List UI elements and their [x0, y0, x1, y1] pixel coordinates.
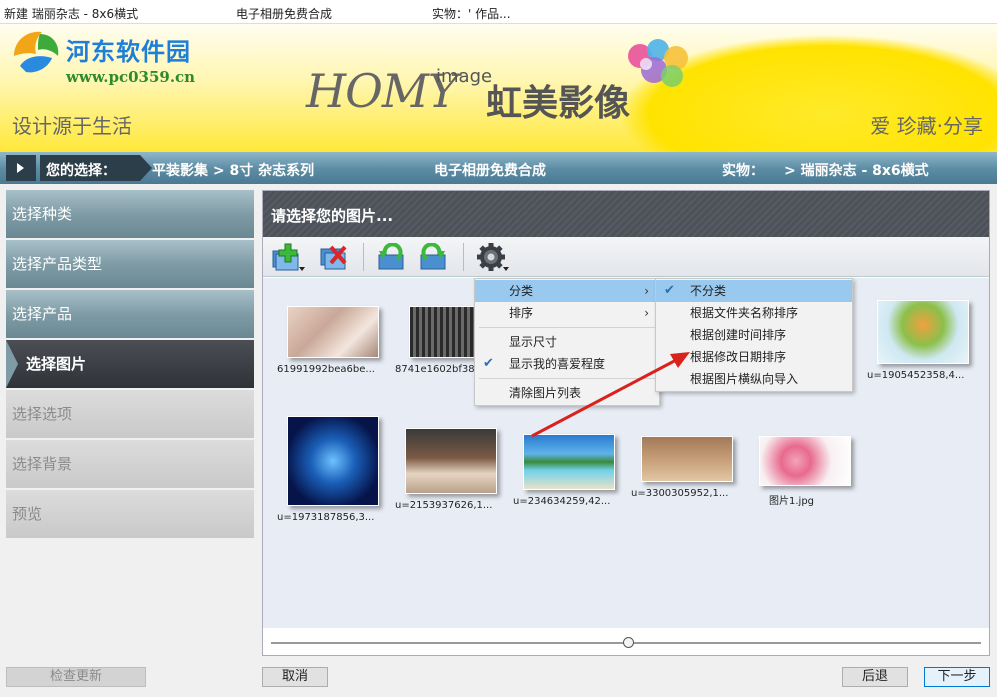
sidebar-item-select-category[interactable]: 选择种类 [6, 190, 254, 238]
thumbnail-caption: 61991992bea6be... [277, 364, 375, 375]
sidebar-item-select-background: 选择背景 [6, 440, 254, 488]
window-title: 新建 瑞丽杂志 - 8x6横式 [4, 7, 139, 21]
panel-title: 请选择您的图片... [263, 191, 989, 237]
thumbnail-caption: u=1973187856,3... [277, 512, 375, 523]
submenu-arrow-icon: › [644, 306, 649, 320]
menu-item-category[interactable]: 分类 › [475, 280, 659, 302]
sidebar-item-select-images[interactable]: 选择图片 [6, 340, 254, 388]
settings-menu-button[interactable] [471, 241, 511, 273]
remove-image-icon [320, 245, 347, 270]
check-update-button: 检查更新 [6, 667, 146, 687]
thumbnail-caption: u=234634259,42... [513, 496, 611, 507]
remove-image-button[interactable] [315, 241, 355, 273]
breadcrumb-path: 平装影集 > 8寸 杂志系列 [152, 163, 315, 179]
submenu-item-label: 不分类 [690, 284, 727, 298]
brand-hearts-icon [628, 39, 688, 87]
watermark-url: www.pc0359.cn [66, 68, 196, 86]
sidebar-item-preview: 预览 [6, 490, 254, 538]
submenu-item-no-category[interactable]: ✔ 不分类 [656, 280, 852, 302]
add-image-button[interactable] [267, 241, 307, 273]
thumbnail-image [287, 306, 379, 358]
menu-item-sort[interactable]: 排序 › [475, 302, 659, 324]
menu-item-label: 分类 [509, 284, 534, 298]
breadcrumb-object-label: 实物： [722, 163, 764, 179]
image-thumbnail[interactable]: 图片1.jpg [749, 436, 861, 507]
cancel-button[interactable]: 取消 [262, 667, 328, 687]
watermark-site-name: 河东软件园 [66, 37, 191, 66]
banner-slogan: 设计源于生活 [12, 114, 132, 138]
image-thumbnail[interactable]: 61991992bea6be... [277, 306, 389, 375]
image-thumbnail[interactable]: u=1973187856,3... [277, 416, 389, 523]
checkmark-icon: ✔ [483, 356, 494, 371]
submenu-item-label: 根据创建时间排序 [690, 328, 787, 342]
titlebar-app-name: 电子相册免费合成 [236, 7, 333, 21]
breadcrumb-object-value: > 瑞丽杂志 - 8x6横式 [784, 163, 929, 179]
brand-chinese-name: 虹美影像 [486, 83, 631, 124]
chevron-down-icon [299, 267, 305, 271]
watermark-logo-icon [14, 31, 59, 73]
menu-item-label: 排序 [509, 306, 534, 320]
thumbnail-caption: u=3300305952,1... [631, 488, 729, 499]
breadcrumb-center-title: 电子相册免费合成 [434, 163, 546, 179]
chevron-down-icon [503, 267, 509, 271]
banner-motto: 爱 珍藏·分享 [870, 114, 983, 138]
breadcrumb-arrow-icon [6, 155, 36, 181]
submenu-item-label: 根据图片横纵向导入 [690, 372, 799, 386]
toolbar-separator [463, 243, 464, 271]
header-banner: 河东软件园 www.pc0359.cn 设计源于生活 HOMY image 虹美… [0, 24, 997, 152]
titlebar-object: 实物：' 作品... [432, 7, 511, 21]
checkmark-icon: ✔ [664, 283, 675, 298]
brand-image-text: image [436, 66, 493, 87]
slider-handle[interactable] [623, 637, 634, 648]
image-thumbnail[interactable]: u=1905452358,4... [867, 300, 979, 381]
rotate-right-button[interactable] [413, 241, 453, 273]
image-toolbar [263, 237, 989, 277]
thumbnail-image [877, 300, 969, 364]
thumbnail-image [405, 428, 497, 494]
submenu-item-sort-by-folder-name[interactable]: 根据文件夹名称排序 [656, 302, 852, 324]
thumbnail-caption: u=1905452358,4... [867, 370, 965, 381]
back-button[interactable]: 后退 [842, 667, 908, 687]
menu-separator [479, 327, 655, 328]
wizard-sidebar: 选择种类 选择产品类型 选择产品 选择图片 选择选项 选择背景 预览 [6, 190, 254, 540]
breadcrumb-label: 您的选择： [46, 163, 116, 179]
annotation-arrow-icon [531, 352, 690, 438]
thumbnail-image [287, 416, 379, 506]
submenu-item-label: 根据修改日期排序 [690, 350, 787, 364]
window-titlebar: 新建 瑞丽杂志 - 8x6横式 电子相册免费合成 实物：' 作品... [0, 0, 997, 24]
sidebar-item-select-options: 选择选项 [6, 390, 254, 438]
next-button[interactable]: 下一步 [924, 667, 990, 687]
submenu-arrow-icon: › [644, 284, 649, 298]
rotate-right-icon [420, 243, 446, 270]
thumbnail-caption: 图片1.jpg [769, 496, 815, 507]
thumbnail-caption: u=2153937626,1... [395, 500, 493, 511]
thumbnail-image [759, 436, 851, 486]
image-thumbnail[interactable]: u=2153937626,1... [395, 428, 507, 511]
submenu-item-label: 根据文件夹名称排序 [690, 306, 799, 320]
sidebar-item-select-product[interactable]: 选择产品 [6, 290, 254, 338]
sidebar-item-select-product-type[interactable]: 选择产品类型 [6, 240, 254, 288]
toolbar-separator [363, 243, 364, 271]
brand-logo-text: HOMY [306, 64, 458, 118]
thumbnail-size-slider[interactable] [271, 635, 981, 651]
breadcrumb: 您的选择： 平装影集 > 8寸 杂志系列 电子相册免费合成 实物： > 瑞丽杂志… [0, 152, 997, 184]
rotate-left-icon [378, 243, 404, 270]
rotate-left-button[interactable] [371, 241, 411, 273]
